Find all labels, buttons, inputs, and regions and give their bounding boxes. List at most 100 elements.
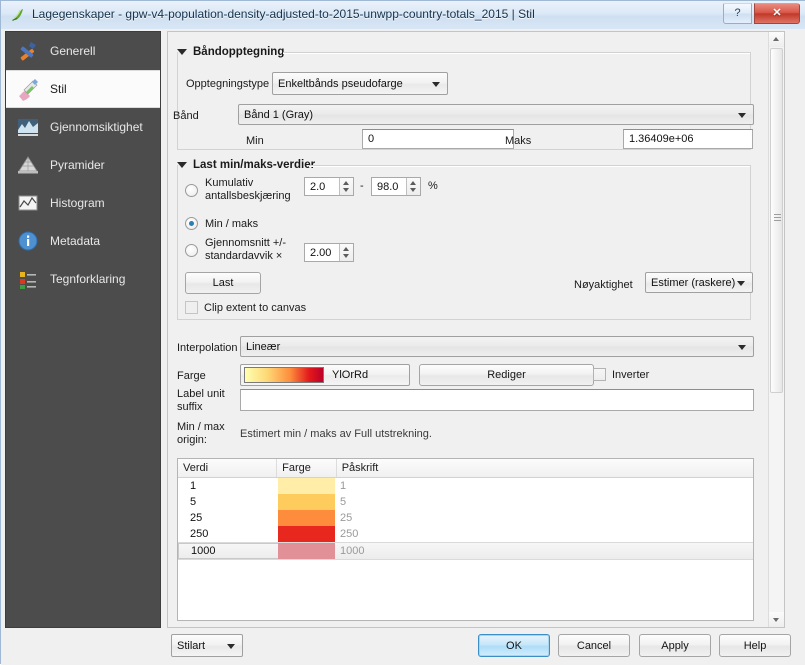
cell-verdi[interactable]: 250	[178, 526, 278, 542]
load-button[interactable]: Last	[185, 272, 261, 294]
chevron-down-icon	[432, 81, 440, 87]
title-bar: Lagegenskaper - gpw-v4-population-densit…	[1, 1, 805, 30]
cumulative-dash: -	[360, 180, 364, 192]
histogram-icon	[18, 195, 38, 211]
cell-verdi[interactable]: 1000	[178, 543, 278, 559]
cumulative-upper-spin[interactable]: 98.0	[371, 177, 421, 196]
style-scroll-area: Båndopptegning Opptegningstype Enkeltbån…	[168, 32, 768, 627]
ok-button[interactable]: OK	[478, 634, 550, 657]
titlebar-close-button[interactable]: ✕	[754, 3, 800, 24]
sidebar-item-gjennomsiktighet[interactable]: Gjennomsiktighet	[6, 108, 160, 146]
class-table[interactable]: Verdi Farge Påskrift 1 1 5 5 25 25 250 250 1000 1…	[177, 458, 754, 621]
legend-icon	[20, 272, 36, 289]
color-ramp-name: YlOrRd	[332, 369, 369, 381]
stddev-value: 2.00	[310, 246, 332, 259]
cell-color-swatch[interactable]	[278, 494, 335, 510]
column-header-verdi: Verdi	[178, 459, 278, 477]
sidebar-item-label: Histogram	[50, 196, 105, 210]
cell-verdi[interactable]: 25	[178, 510, 278, 526]
edit-ramp-button[interactable]: Rediger	[419, 364, 594, 386]
spinner-buttons[interactable]	[406, 178, 420, 195]
cell-color-swatch[interactable]	[278, 526, 335, 542]
label-unit-suffix-input[interactable]	[240, 389, 754, 411]
brush-icon	[19, 79, 38, 101]
cell-paskrift[interactable]: 1	[335, 478, 346, 494]
spinner-buttons[interactable]	[339, 244, 353, 261]
interpolation-label: Interpolation	[177, 342, 238, 354]
dialog-footer: Stilart OK Cancel Apply Help	[1, 630, 805, 665]
radio-min-max[interactable]	[185, 217, 198, 230]
accuracy-combo[interactable]: Estimer (raskere)	[645, 272, 753, 293]
sidebar-item-tegnforklaring[interactable]: Tegnforklaring	[6, 260, 160, 298]
color-ramp-combo[interactable]: YlOrRd	[240, 364, 410, 386]
accuracy-label: Nøyaktighet	[574, 279, 633, 291]
table-row[interactable]: 55	[178, 494, 753, 510]
vertical-scrollbar[interactable]	[768, 32, 784, 627]
cell-verdi[interactable]: 5	[178, 494, 278, 510]
table-row[interactable]: 1000 1000	[178, 542, 753, 560]
tools-icon	[20, 42, 36, 61]
cell-paskrift[interactable]: 1000	[335, 543, 364, 559]
cell-paskrift[interactable]: 5	[335, 494, 346, 510]
sidebar: Generell Stil Gjennomsiktighet Pyramider…	[5, 31, 161, 628]
cumulative-upper-value: 98.0	[377, 180, 399, 193]
chevron-down-icon	[737, 280, 745, 286]
cancel-button[interactable]: Cancel	[558, 634, 630, 657]
qgis-leaf-icon	[12, 9, 23, 22]
cell-color-swatch[interactable]	[278, 478, 335, 494]
radio-mean-stddev[interactable]	[185, 244, 198, 257]
sidebar-item-stil[interactable]: Stil	[6, 70, 160, 108]
table-row[interactable]: 11	[178, 478, 753, 494]
band-combo[interactable]: Bånd 1 (Gray)	[238, 104, 754, 125]
style-menu-button[interactable]: Stilart	[171, 634, 243, 657]
stddev-label: Gjennomsnitt +/- standardavvik ×	[205, 237, 287, 262]
table-row[interactable]: 250 250	[178, 526, 753, 542]
max-input[interactable]: 1.36409e+06	[623, 129, 753, 149]
minmax-origin-label: Min / max origin:	[177, 421, 225, 446]
cell-color-swatch[interactable]	[278, 543, 335, 559]
apply-button[interactable]: Apply	[639, 634, 711, 657]
sidebar-item-metadata[interactable]: Metadata	[6, 222, 160, 260]
style-menu-label: Stilart	[177, 639, 206, 652]
sidebar-item-generell[interactable]: Generell	[6, 32, 160, 70]
cumulative-label: Kumulativ antallsbeskjæring	[205, 177, 291, 202]
cell-paskrift[interactable]: 250	[335, 526, 358, 542]
sidebar-item-label: Metadata	[50, 234, 101, 248]
min-value: 0	[368, 133, 375, 145]
cell-color-swatch[interactable]	[278, 510, 335, 526]
sidebar-item-pyramider[interactable]: Pyramider	[6, 146, 160, 184]
chevron-down-icon	[227, 643, 235, 649]
interpolation-combo[interactable]: Lineær	[240, 336, 754, 357]
sidebar-item-label: Generell	[50, 44, 96, 58]
invert-label: Inverter	[612, 369, 650, 381]
table-row[interactable]: 25 25	[178, 510, 753, 526]
titlebar-help-button[interactable]: ?	[723, 3, 752, 24]
table-header-row: Verdi Farge Påskrift	[178, 459, 753, 478]
spinner-buttons[interactable]	[339, 178, 353, 195]
transparency-icon	[18, 119, 38, 136]
scroll-down-arrow-icon[interactable]	[769, 612, 784, 627]
cell-paskrift[interactable]: 25	[335, 510, 352, 526]
layer-properties-window: Lagegenskaper - gpw-v4-population-densit…	[0, 0, 805, 665]
style-panel: Båndopptegning Opptegningstype Enkeltbån…	[167, 31, 785, 628]
color-ramp-swatch	[244, 367, 324, 383]
minmax-radio-label: Min / maks	[205, 218, 259, 230]
interpolation-value: Lineær	[246, 340, 281, 353]
invert-checkbox[interactable]	[593, 368, 606, 381]
render-type-combo[interactable]: Enkeltbånds pseudofarge	[272, 72, 448, 95]
scroll-up-arrow-icon[interactable]	[769, 32, 784, 47]
min-input[interactable]: 0	[362, 129, 514, 149]
radio-cumulative-count-cut[interactable]	[185, 184, 198, 197]
help-button[interactable]: Help	[719, 634, 791, 657]
scrollbar-thumb[interactable]	[770, 48, 783, 393]
cell-verdi[interactable]: 1	[178, 478, 278, 494]
sidebar-item-label: Pyramider	[50, 158, 105, 172]
min-label: Min	[246, 135, 264, 147]
stddev-spin[interactable]: 2.00	[304, 243, 354, 262]
chevron-down-icon	[738, 344, 746, 350]
sidebar-item-histogram[interactable]: Histogram	[6, 184, 160, 222]
sidebar-item-label: Gjennomsiktighet	[50, 120, 143, 134]
clip-extent-checkbox[interactable]	[185, 301, 198, 314]
minmax-origin-value: Estimert min / maks av Full utstrekning.	[240, 428, 432, 440]
cumulative-lower-spin[interactable]: 2.0	[304, 177, 354, 196]
